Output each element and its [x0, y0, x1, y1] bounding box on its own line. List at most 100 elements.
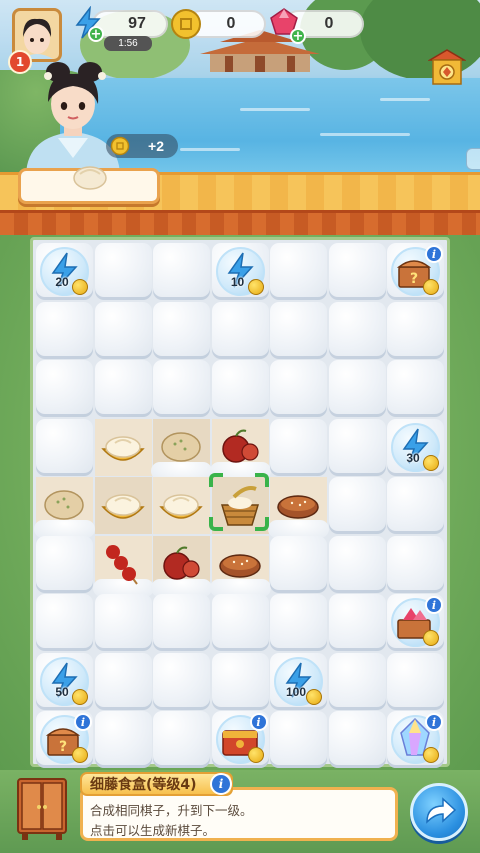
board-item-food-basket[interactable] [211, 477, 269, 534]
locked-bubble-mystery-chest[interactable]: ? i [36, 711, 93, 768]
locked-bubble-energy[interactable]: 100 [270, 652, 327, 710]
fog-cell [153, 711, 210, 768]
item-info-icon[interactable]: i [210, 773, 232, 795]
flatbread-icon [161, 431, 201, 462]
board-item-sesame-cake[interactable] [209, 535, 271, 597]
steamed-bun-icon [100, 494, 145, 519]
bun-order-icon [73, 166, 107, 190]
fog-cell [153, 301, 210, 359]
sesame-cake-icon [277, 495, 319, 519]
board-item-candied-haws[interactable] [92, 535, 154, 597]
steamed-bun-icon [100, 435, 145, 461]
unlock-coin-icon [423, 279, 439, 295]
fog-cell [328, 243, 386, 300]
fog-cell [328, 477, 386, 534]
food-basket-icon [220, 486, 259, 526]
fog-cell [328, 594, 386, 651]
add-gem-button[interactable]: + [290, 28, 306, 44]
hawthorn-icon [221, 429, 259, 463]
fog-cell [94, 360, 152, 417]
fog-cell [270, 243, 327, 300]
unlock-coin-icon [423, 454, 439, 471]
locked-bubble-crystal[interactable]: i [387, 711, 444, 768]
coin-value: 0 [226, 15, 236, 32]
fog-cell [153, 594, 210, 651]
fog-cell [328, 360, 386, 417]
unlock-coin-icon [247, 747, 264, 763]
counter-trim [0, 210, 480, 235]
coin-reward-value: +2 [148, 138, 164, 154]
unlock-coin-icon [72, 747, 88, 763]
fog-cell [270, 711, 327, 768]
locked-bubble-energy[interactable]: 10 [211, 243, 269, 300]
board-item-sesame-cake[interactable] [268, 477, 329, 538]
locked-bubble-energy[interactable]: 30 [387, 418, 444, 476]
locked-bubble-gem-chest[interactable]: i [387, 594, 444, 651]
candied-haws-icon [105, 544, 138, 585]
board-item-hawthorn[interactable] [209, 418, 271, 480]
fog-cell [94, 652, 152, 710]
energy-value: 97 [128, 15, 146, 32]
locked-bubble-mystery-chest[interactable]: ? i [387, 243, 444, 300]
fog-cell [153, 652, 210, 710]
cabinet-item-icon [17, 778, 67, 840]
shop-pavilion-button[interactable] [428, 48, 466, 88]
info-icon[interactable]: i [249, 713, 268, 731]
board-item-steamed-bun[interactable] [94, 477, 152, 534]
fog-cell [211, 594, 269, 651]
fog-cell [270, 594, 327, 651]
svg-text:?: ? [410, 271, 418, 287]
svg-text:?: ? [59, 739, 67, 755]
add-energy-button[interactable]: + [88, 26, 104, 42]
side-drawer-tab[interactable] [466, 148, 480, 170]
fog-cell [270, 360, 327, 417]
gem-value: 0 [324, 15, 334, 32]
board-item-steamed-bun[interactable] [153, 477, 210, 534]
fog-cell [270, 535, 327, 593]
reward-coin-icon [110, 136, 130, 156]
fog-cell [387, 535, 444, 593]
coin-icon [171, 9, 201, 39]
info-icon[interactable]: i [74, 713, 92, 731]
energy-timer: 1:56 [104, 36, 152, 51]
sesame-cake-icon [218, 553, 261, 578]
fog-cell [94, 301, 152, 359]
board-item-hawthorn[interactable] [151, 535, 212, 597]
fog-cell [36, 360, 93, 417]
fog-cell [211, 652, 269, 710]
board-item-flatbread[interactable] [34, 477, 95, 538]
locked-bubble-energy[interactable]: 50 [36, 652, 93, 710]
fog-cell [387, 360, 444, 417]
fog-cell [211, 301, 269, 359]
unlock-coin-icon [306, 688, 322, 705]
unlock-coin-icon [72, 279, 88, 295]
fog-cell [94, 243, 152, 300]
fog-cell [328, 418, 386, 476]
unlock-coin-icon [423, 630, 439, 646]
info-icon[interactable]: i [425, 713, 443, 731]
info-icon[interactable]: i [425, 245, 443, 263]
hawthorn-icon [163, 546, 200, 580]
fog-cell [153, 243, 210, 300]
board-item-steamed-bun[interactable] [94, 418, 152, 476]
fog-cell [36, 594, 93, 651]
fog-cell [94, 594, 152, 651]
fog-cell [328, 301, 386, 359]
sell-return-button[interactable] [410, 783, 468, 841]
fog-cell [387, 301, 444, 359]
fog-cell [94, 711, 152, 768]
item-description-line-2: 点击可以生成新棋子。 [90, 823, 216, 838]
customer-character[interactable] [18, 62, 128, 174]
info-icon[interactable]: i [425, 596, 443, 614]
board-item-flatbread[interactable] [151, 418, 212, 480]
fog-cell [36, 535, 93, 593]
fog-cell [328, 711, 386, 768]
steamed-bun-icon [159, 494, 203, 519]
fog-cell [36, 301, 93, 359]
locked-bubble-red-chest[interactable]: i [211, 711, 269, 768]
fog-cell [328, 652, 386, 710]
fog-cell [270, 418, 327, 476]
fog-cell [328, 535, 386, 593]
fog-cell [270, 301, 327, 359]
locked-bubble-energy[interactable]: 20 [36, 243, 93, 300]
